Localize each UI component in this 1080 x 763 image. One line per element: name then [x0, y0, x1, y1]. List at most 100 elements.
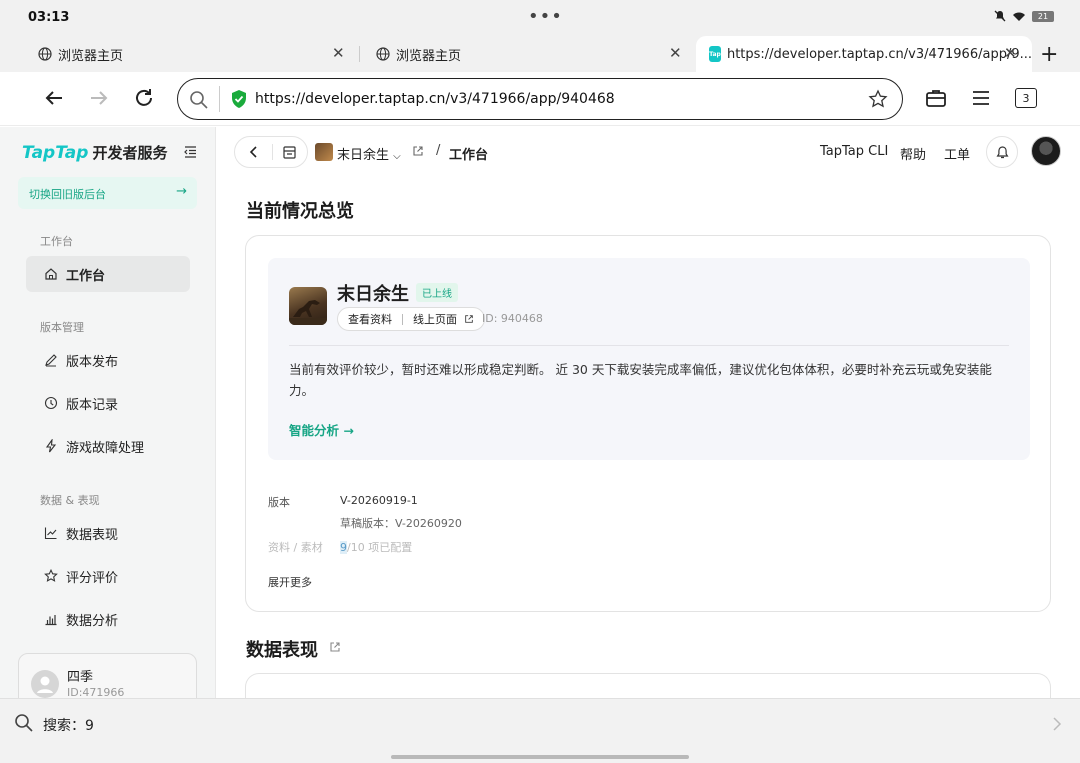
sidebar-item-workbench[interactable]: 工作台 [26, 256, 190, 292]
material-label: 资料 / 素材 [268, 541, 323, 554]
external-link-icon[interactable] [412, 145, 424, 157]
switch-legacy-button[interactable]: 切换回旧版后台 → [18, 177, 197, 209]
home-indicator[interactable] [391, 755, 689, 759]
tab-bar: 浏览器主页 ✕ 浏览器主页 ✕ Tap https://developer.ta… [0, 36, 1080, 72]
find-in-page-bar: 搜索：9 [0, 698, 1080, 763]
back-arrow-icon[interactable] [42, 86, 66, 110]
external-link-icon[interactable] [329, 641, 341, 653]
clock-icon [44, 396, 58, 410]
tab-3-title: https://developer.taptap.cn/v3/471966/ap… [726, 46, 1032, 62]
menu-icon[interactable] [969, 86, 993, 110]
ticket-link[interactable]: 工单 [944, 144, 970, 163]
bell-icon [996, 146, 1009, 159]
sidebar: TapTap 开发者服务 切换回旧版后台 → 工作台 工作台 版本管理 版本发布 … [0, 127, 216, 713]
view-profile-link[interactable]: 查看资料 [348, 311, 392, 327]
toolbox-icon[interactable] [924, 86, 948, 110]
tab-1[interactable]: 浏览器主页 ✕ [38, 36, 350, 72]
bookmark-star-icon[interactable] [868, 89, 888, 109]
analysis-summary: 当前有效评价较少，暂时还难以形成稳定判断。 近 30 天下载安装完成率偏低，建议… [289, 362, 992, 398]
status-badge: 已上线 [416, 283, 458, 302]
breadcrumb-separator: / [436, 143, 441, 158]
sidebar-item-faults[interactable]: 游戏故障处理 [26, 428, 190, 464]
store-icon[interactable] [282, 145, 297, 160]
divider [289, 345, 1009, 346]
trend-icon [44, 527, 57, 540]
url-field[interactable]: https://developer.taptap.cn/v3/471966/ap… [177, 78, 903, 120]
arrow-right-icon: → [176, 184, 187, 199]
tab-count-button[interactable]: 3 [1015, 88, 1037, 108]
game-icon [289, 287, 327, 325]
material-status: 9/10 项已配置 [340, 541, 413, 554]
draft-version: 草稿版本：V-20260920 [340, 517, 462, 530]
account-avatar[interactable] [1031, 136, 1061, 166]
status-bar: 03:13 ••• 21 [0, 0, 1080, 36]
user-icon [37, 676, 53, 693]
battery-icon: 21 [1032, 10, 1054, 22]
smart-analysis-link[interactable]: 智能分析 → [289, 420, 354, 439]
secure-shield-icon [232, 90, 246, 108]
tab-3-close-icon[interactable]: ✕ [1004, 44, 1017, 62]
chevron-left-icon[interactable] [247, 145, 261, 159]
bar-chart-icon [45, 615, 57, 626]
game-id: ID: 940468 [482, 312, 543, 325]
notification-button[interactable] [986, 136, 1018, 168]
help-link[interactable]: 帮助 [900, 144, 926, 163]
version-value: V-20260919-1 [340, 494, 418, 507]
sidebar-item-ratings[interactable]: 评分评价 [26, 558, 190, 594]
status-time: 03:13 [28, 10, 70, 25]
dinosaur-art-icon [289, 300, 327, 325]
group-title-version: 版本管理 [40, 321, 84, 334]
version-label: 版本 [268, 496, 290, 509]
sidebar-item-release[interactable]: 版本发布 [26, 342, 190, 378]
url-text: https://developer.taptap.cn/v3/471966/ap… [255, 91, 615, 107]
pen-icon [45, 354, 57, 367]
star-icon [44, 569, 58, 582]
search-icon [190, 91, 208, 109]
breadcrumb-game[interactable]: 末日余生 ⌵ [337, 144, 401, 163]
group-title-workbench: 工作台 [40, 235, 73, 248]
chevron-down-icon: ⌵ [393, 151, 401, 162]
chevron-right-icon[interactable] [1051, 716, 1063, 732]
taptap-favicon-icon: Tap [709, 46, 721, 62]
search-icon [15, 714, 33, 732]
address-bar: https://developer.taptap.cn/v3/471966/ap… [0, 72, 1080, 126]
game-name: 末日余生 [337, 284, 409, 305]
collapse-sidebar-icon[interactable] [184, 146, 197, 158]
game-links: 查看资料 线上页面 [337, 307, 485, 331]
game-thumbnail [315, 143, 333, 161]
header-nav-pill [234, 136, 308, 168]
main-header: 末日余生 ⌵ / 工作台 TapTap CLI 帮助 工单 [216, 127, 1080, 177]
online-page-link[interactable]: 线上页面 [413, 311, 474, 327]
tab-2-close-icon[interactable]: ✕ [669, 44, 682, 62]
expand-more-button[interactable]: 展开更多 [268, 574, 312, 590]
forward-arrow-icon[interactable] [87, 86, 111, 110]
tab-1-close-icon[interactable]: ✕ [332, 44, 345, 62]
globe-icon [38, 47, 52, 61]
globe-icon [376, 47, 390, 61]
taptap-logo[interactable]: TapTap 开发者服务 [22, 142, 167, 163]
tab-2[interactable]: 浏览器主页 ✕ [376, 36, 688, 72]
sidebar-item-analytics[interactable]: 数据分析 [26, 601, 190, 637]
taptap-cli-link[interactable]: TapTap CLI [820, 144, 888, 159]
sidebar-item-history[interactable]: 版本记录 [26, 385, 190, 421]
data-section-title: 数据表现 [246, 640, 318, 661]
breadcrumb-current: 工作台 [449, 148, 489, 163]
game-summary-panel: 末日余生 已上线 查看资料 线上页面 ID: 940468 当前有效评价较少，暂… [268, 258, 1030, 460]
overview-card: 末日余生 已上线 查看资料 线上页面 ID: 940468 当前有效评价较少，暂… [245, 235, 1051, 612]
wifi-icon [1013, 12, 1025, 21]
external-link-icon [464, 315, 473, 323]
bolt-icon [45, 439, 57, 453]
find-input[interactable]: 搜索：9 [43, 715, 94, 735]
home-icon [45, 268, 57, 280]
tab-1-title: 浏览器主页 [58, 48, 124, 64]
more-dots-icon[interactable]: ••• [528, 6, 563, 27]
group-title-data: 数据 & 表现 [40, 494, 100, 507]
bell-off-icon [994, 10, 1006, 22]
reload-icon[interactable] [132, 86, 156, 110]
user-name: 四季 [67, 670, 94, 685]
overview-title: 当前情况总览 [246, 201, 354, 222]
new-tab-plus-icon[interactable]: + [1040, 42, 1058, 67]
tab-3-active[interactable]: Tap https://developer.taptap.cn/v3/47196… [696, 36, 1032, 72]
avatar [31, 670, 59, 698]
sidebar-item-data-performance[interactable]: 数据表现 [26, 515, 190, 551]
